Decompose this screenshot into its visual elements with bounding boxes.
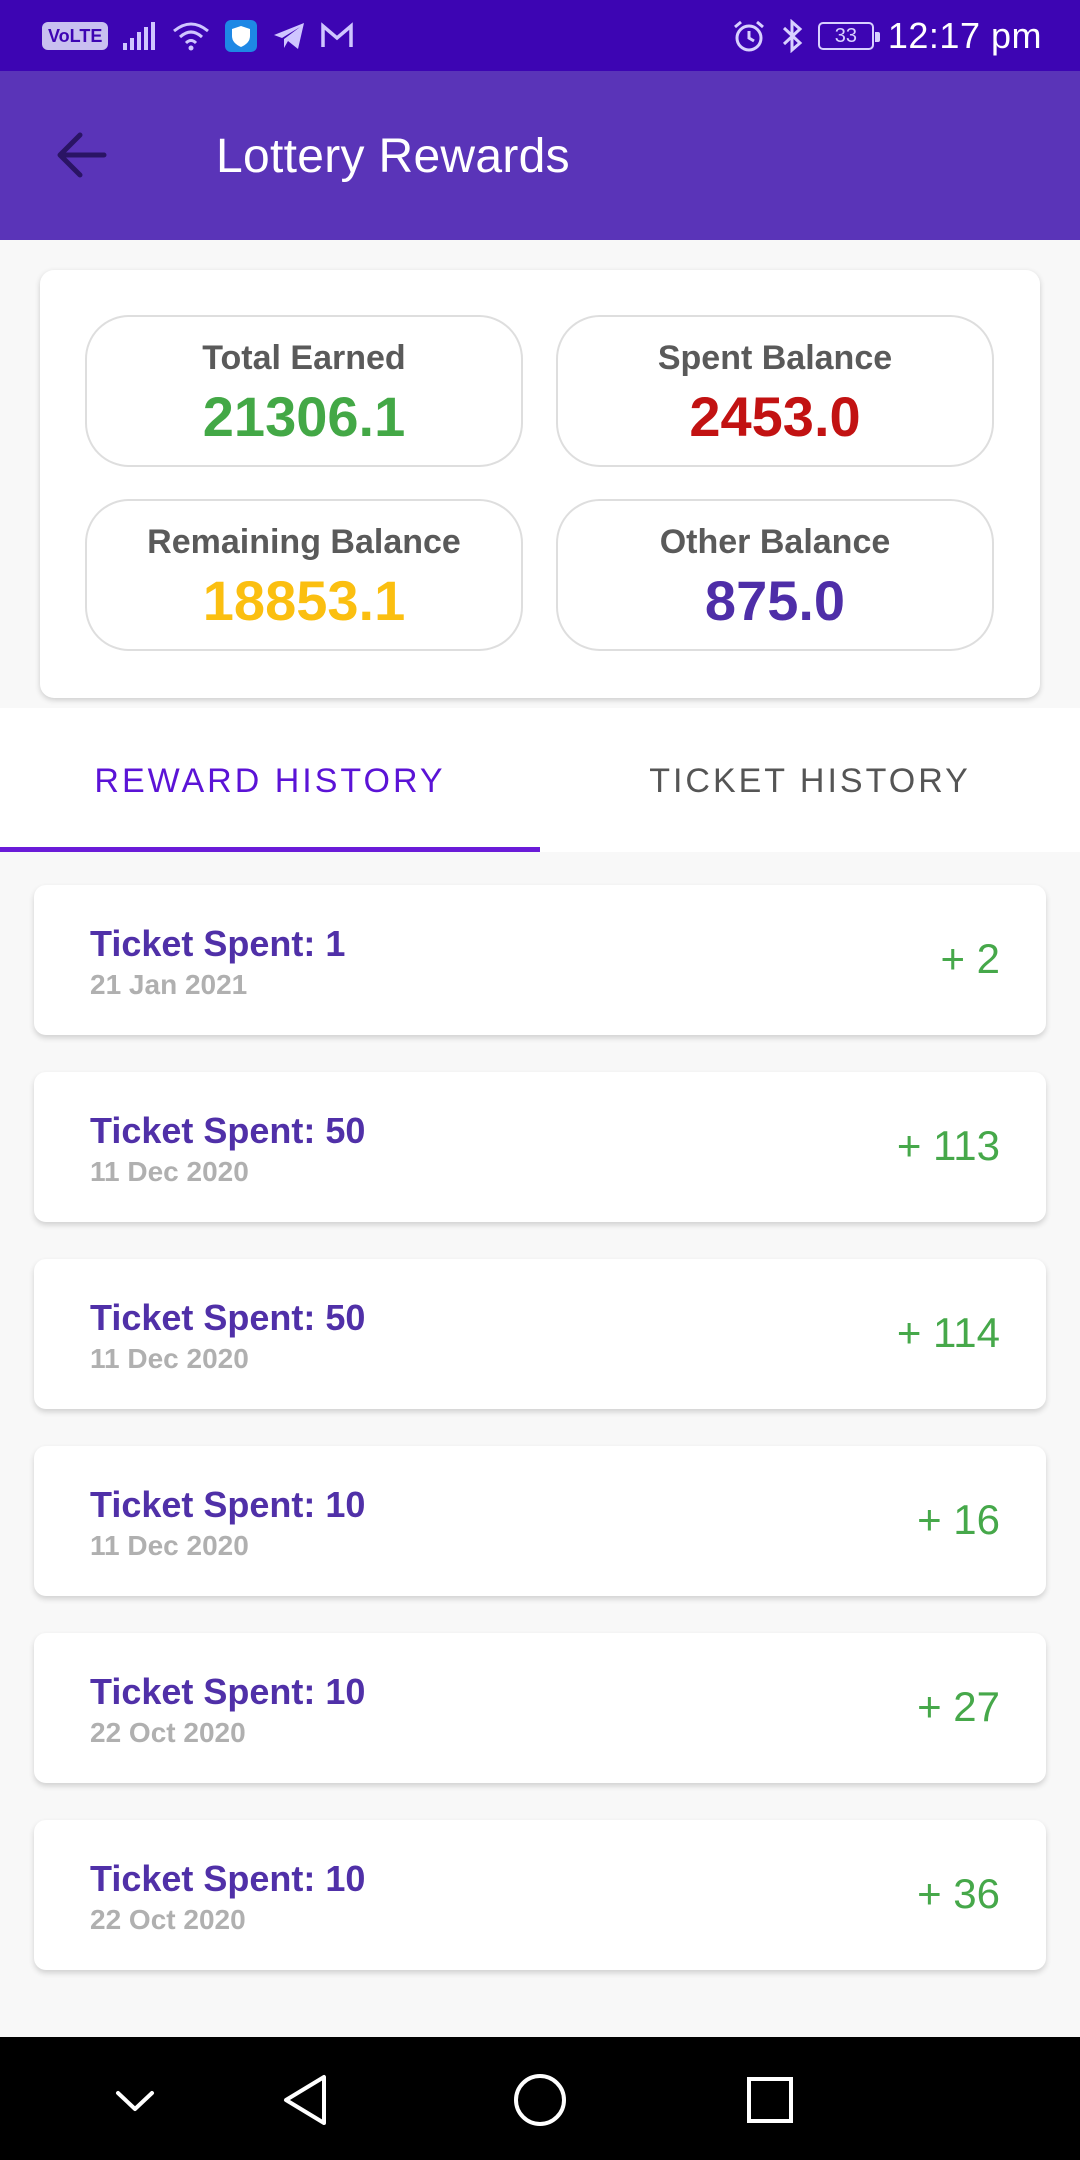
telegram-icon	[274, 23, 305, 49]
back-triangle-icon[interactable]	[276, 2067, 342, 2133]
item-amount: + 114	[896, 1309, 1000, 1356]
item-amount: + 113	[896, 1122, 1000, 1169]
battery-icon: 33	[817, 22, 880, 50]
item-date: 11 Dec 2020	[90, 1343, 249, 1374]
signal-icon	[123, 22, 156, 50]
other-balance-value: 875.0	[704, 569, 846, 632]
item-title: Ticket Spent: 10	[90, 1858, 366, 1899]
balance-summary-card: Total Earned 21306.1 Spent Balance 2453.…	[40, 270, 1040, 698]
arrow-left-icon[interactable]	[52, 125, 112, 185]
reward-history-list[interactable]: Ticket Spent: 1 21 Jan 2021 + 2 Ticket S…	[0, 852, 1080, 2037]
item-amount: + 36	[917, 1870, 1000, 1917]
home-circle-icon[interactable]	[507, 2067, 573, 2133]
status-bar: VoLTE 33 12:17 pm	[0, 0, 1080, 71]
item-date: 11 Dec 2020	[90, 1530, 249, 1561]
recents-square-icon[interactable]	[737, 2067, 803, 2133]
system-nav-bar	[0, 2037, 1080, 2160]
page-title: Lottery Rewards	[216, 130, 570, 183]
status-right-icons: 33 12:17 pm	[732, 14, 1042, 58]
alarm-icon	[733, 20, 764, 52]
gmail-icon	[321, 22, 354, 47]
item-title: Ticket Spent: 10	[90, 1484, 366, 1525]
total-earned-label: Total Earned	[202, 339, 406, 377]
item-date: 22 Oct 2020	[90, 1904, 246, 1935]
shield-icon	[225, 20, 258, 52]
chevron-down-icon[interactable]	[102, 2067, 168, 2133]
wifi-icon	[173, 22, 210, 51]
other-balance-label: Other Balance	[659, 523, 891, 561]
item-title: Ticket Spent: 50	[90, 1110, 366, 1151]
app-bar: Lottery Rewards	[0, 71, 1080, 240]
spent-balance-box: Spent Balance 2453.0	[556, 315, 994, 467]
item-amount: + 16	[917, 1496, 1000, 1543]
item-date: 21 Jan 2021	[90, 969, 248, 1000]
remaining-balance-value: 18853.1	[202, 569, 406, 632]
clock: 12:17 pm	[887, 15, 1042, 56]
volte-badge: VoLTE	[42, 22, 109, 50]
list-item[interactable]: Ticket Spent: 10 22 Oct 2020 + 27	[34, 1633, 1046, 1783]
other-balance-box: Other Balance 875.0	[556, 499, 994, 651]
item-date: 11 Dec 2020	[90, 1156, 249, 1187]
spent-balance-value: 2453.0	[689, 385, 861, 448]
total-earned-box: Total Earned 21306.1	[85, 315, 523, 467]
bluetooth-icon	[782, 19, 803, 53]
item-amount: + 2	[940, 935, 1000, 982]
history-tabs: REWARD HISTORY TICKET HISTORY	[0, 708, 1080, 852]
list-item[interactable]: Ticket Spent: 1 21 Jan 2021 + 2	[34, 885, 1046, 1035]
spent-balance-label: Spent Balance	[657, 339, 893, 377]
item-title: Ticket Spent: 1	[90, 923, 346, 964]
item-date: 22 Oct 2020	[90, 1717, 246, 1748]
list-item[interactable]: Ticket Spent: 10 11 Dec 2020 + 16	[34, 1446, 1046, 1596]
list-item[interactable]: Ticket Spent: 10 22 Oct 2020 + 36	[34, 1820, 1046, 1970]
status-left-icons: VoLTE	[42, 16, 354, 56]
list-item[interactable]: Ticket Spent: 50 11 Dec 2020 + 113	[34, 1072, 1046, 1222]
total-earned-value: 21306.1	[202, 385, 406, 448]
remaining-balance-label: Remaining Balance	[147, 523, 461, 561]
tab-reward-history[interactable]: REWARD HISTORY	[0, 708, 540, 852]
item-title: Ticket Spent: 10	[90, 1671, 366, 1712]
remaining-balance-box: Remaining Balance 18853.1	[85, 499, 523, 651]
list-item[interactable]: Ticket Spent: 50 11 Dec 2020 + 114	[34, 1259, 1046, 1409]
item-amount: + 27	[917, 1683, 1000, 1730]
tab-ticket-history[interactable]: TICKET HISTORY	[540, 708, 1080, 852]
item-title: Ticket Spent: 50	[90, 1297, 366, 1338]
